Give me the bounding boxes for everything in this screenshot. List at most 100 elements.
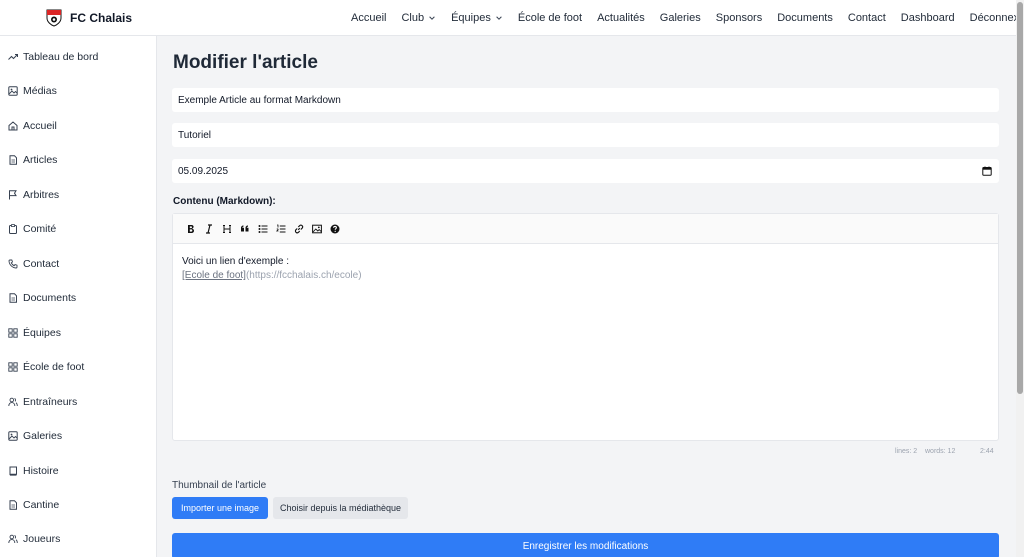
clipboard-icon [9,224,17,234]
quote-icon [241,225,249,231]
sidebar-item-label: Joueurs [23,533,61,545]
nav-club[interactable]: Club [401,12,436,24]
sidebar-item-contact[interactable]: Contact [8,256,59,272]
nav-actualites[interactable]: Actualités [597,12,645,24]
image-icon [312,224,322,233]
markdown-editor: Voici un lien d'exemple : [Ecole de foot… [172,213,999,441]
sidebar-item-label: Documents [23,292,77,304]
numbered-list-icon [276,224,286,233]
sidebar-item-entraineurs[interactable]: Entraîneurs [8,394,77,410]
import-image-button[interactable]: Importer une image [172,497,268,519]
thumbnail-label: Thumbnail de l'article [172,480,267,491]
sidebar-item-label: Histoire [23,465,59,477]
nav-contact[interactable]: Contact [848,12,886,24]
save-changes-button[interactable]: Enregistrer les modifications [172,533,999,557]
nav-equipes-label: Équipes [451,12,491,24]
help-icon [330,224,340,233]
scrollbar-thumb[interactable] [1017,2,1023,394]
editor-content[interactable]: Voici un lien d'exemple : [Ecole de foot… [173,244,998,294]
nav-dashboard[interactable]: Dashboard [901,12,955,24]
content-line-2: [Ecole de foot](https://fcchalais.ch/eco… [182,269,989,283]
sidebar-item-comite[interactable]: Comité [8,221,56,237]
chevron-down-icon [496,16,502,20]
nav-accueil[interactable]: Accueil [351,12,386,24]
content-label: Contenu (Markdown): [173,196,276,207]
trend-icon [8,54,18,60]
brand[interactable]: FC Chalais [46,9,132,27]
sidebar-item-label: Tableau de bord [23,51,99,63]
link-button[interactable] [290,220,308,238]
article-category-input[interactable]: Tutoriel [172,123,999,147]
sidebar-item-label: Articles [23,154,58,166]
numbered-list-button[interactable] [272,220,290,238]
content-line-1: Voici un lien d'exemple : [182,256,289,267]
grid-icon [8,328,18,338]
top-navbar: FC Chalais Accueil Club Équipes École de… [0,0,1024,36]
users-icon [8,534,18,544]
choose-from-library-button[interactable]: Choisir depuis la médiathèque [273,497,408,519]
nav-equipes[interactable]: Équipes [451,12,503,24]
italic-button[interactable] [200,220,218,238]
flag-icon [9,190,17,200]
sidebar-item-label: Médias [23,85,57,97]
nav-documents[interactable]: Documents [777,12,833,24]
link-icon [294,224,304,233]
club-logo-icon [46,9,62,27]
sidebar-item-ecole-de-foot[interactable]: École de foot [8,359,84,375]
admin-sidebar: Tableau de bord Médias Accueil Articles … [0,36,157,557]
help-button[interactable] [326,220,344,238]
sidebar-item-galeries[interactable]: Galeries [8,428,62,444]
main-nav: Accueil Club Équipes École de foot Actua… [351,0,1024,36]
editor-toolbar [173,214,998,244]
chevron-down-icon [429,16,435,20]
page-scrollbar[interactable] [1016,0,1024,557]
book-icon [9,466,17,476]
image-button[interactable] [308,220,326,238]
sidebar-item-joueurs[interactable]: Joueurs [8,531,60,547]
nav-ecole-de-foot[interactable]: École de foot [518,12,582,24]
quote-button[interactable] [236,220,254,238]
nav-club-label: Club [401,12,425,24]
article-title-input[interactable]: Exemple Article au format Markdown [172,88,999,112]
article-date-input[interactable]: 05.09.2025 [172,159,999,183]
nav-galeries[interactable]: Galeries [660,12,701,24]
sidebar-item-documents[interactable]: Documents [8,290,76,306]
article-title-value: Exemple Article au format Markdown [178,94,341,106]
editor-status-words: words: 12 [925,448,956,455]
home-icon [8,121,18,131]
sidebar-item-label: Arbitres [23,189,60,201]
calendar-icon[interactable] [982,166,992,176]
bold-button[interactable] [182,220,200,238]
page-title: Modifier l'article [173,52,318,73]
file-icon [9,500,17,510]
sidebar-item-articles[interactable]: Articles [8,152,57,168]
nav-sponsors[interactable]: Sponsors [716,12,762,24]
sidebar-item-label: Entraîneurs [23,396,78,408]
sidebar-item-equipes[interactable]: Équipes [8,325,61,341]
brand-name: FC Chalais [70,10,133,25]
sidebar-item-label: Contact [23,258,60,270]
sidebar-item-accueil[interactable]: Accueil [8,118,57,134]
sidebar-item-medias[interactable]: Médias [8,83,57,99]
image-icon [8,86,18,96]
italic-icon [206,223,212,234]
bold-icon [188,224,194,233]
heading-button[interactable] [218,220,236,238]
bullet-list-button[interactable] [254,220,272,238]
editor-status-lines: lines: 2 [895,448,918,455]
phone-icon [8,259,18,269]
sidebar-item-label: Cantine [23,499,60,511]
sidebar-item-cantine[interactable]: Cantine [8,497,59,513]
users-icon [8,397,18,407]
editor-status-cursor: 2:44 [980,448,994,455]
content-link-text: [Ecole de foot] [182,270,246,281]
bullet-list-icon [258,224,268,233]
sidebar-item-label: Équipes [23,327,61,339]
sidebar-item-label: Galeries [23,430,63,442]
file-icon [9,155,17,165]
sidebar-item-tableau-de-bord[interactable]: Tableau de bord [8,49,98,65]
sidebar-item-histoire[interactable]: Histoire [8,463,59,479]
sidebar-item-arbitres[interactable]: Arbitres [8,187,59,203]
sidebar-item-label: Comité [23,223,57,235]
heading-icon [223,224,231,233]
